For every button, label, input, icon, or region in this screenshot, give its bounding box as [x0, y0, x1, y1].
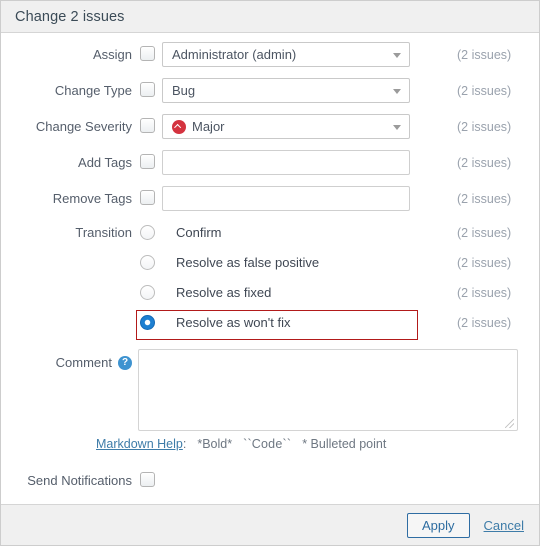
transition-label-fixed[interactable]: Resolve as fixed	[162, 282, 451, 300]
label-assign: Assign	[92, 47, 132, 62]
form-row-transition-confirm: Transition Confirm (2 issues)	[1, 222, 539, 252]
change-severity-select[interactable]: Major	[162, 114, 410, 139]
chevron-down-icon	[393, 124, 401, 130]
change-type-checkbox-cell	[132, 78, 162, 97]
add-tags-checkbox-cell	[132, 150, 162, 169]
transition-spacer-1	[1, 252, 132, 255]
comment-textarea[interactable]	[138, 349, 518, 431]
add-tags-issue-count: (2 issues)	[457, 156, 512, 170]
markdown-bold-hint: *Bold*	[197, 437, 233, 451]
transition-confirm-radio-cell	[132, 222, 162, 240]
assign-select-value: Administrator (admin)	[172, 47, 297, 62]
remove-tags-checkbox-cell	[132, 186, 162, 205]
send-notifications-checkbox-cell	[132, 468, 162, 487]
bulk-change-dialog: Change 2 issues Assign Administrator (ad…	[0, 0, 540, 546]
form-row-add-tags: Add Tags (2 issues)	[1, 150, 539, 186]
question-mark-icon[interactable]: ?	[118, 355, 132, 370]
cancel-button[interactable]: Cancel	[484, 518, 524, 533]
comment-label-cell: Comment ?	[1, 349, 132, 370]
label-transition: Transition	[75, 225, 132, 240]
severity-major-icon	[172, 119, 186, 134]
markdown-separator: :	[182, 437, 187, 451]
assign-issue-count: (2 issues)	[457, 48, 512, 62]
send-notifications-note	[451, 468, 539, 474]
transition-fixed-radio-cell	[132, 282, 162, 300]
label-change-severity: Change Severity	[35, 119, 132, 134]
change-severity-field: Major	[162, 114, 451, 139]
transition-radio-fixed[interactable]	[139, 285, 155, 300]
chevron-down-icon	[393, 52, 401, 58]
form-row-transition-false-positive: Resolve as false positive (2 issues)	[1, 252, 539, 282]
remove-tags-issue-count: (2 issues)	[457, 192, 512, 206]
add-tags-checkbox[interactable]	[139, 154, 155, 169]
form-row-transition-wont-fix: Resolve as won't fix (2 issues)	[1, 310, 539, 342]
label-change-type: Change Type	[54, 83, 132, 98]
form-row-transition-fixed: Resolve as fixed (2 issues)	[1, 282, 539, 312]
form-row-send-notifications: Send Notifications	[1, 468, 539, 488]
change-severity-checkbox[interactable]	[139, 118, 155, 133]
transition-confirm-issue-count: (2 issues)	[457, 226, 512, 240]
remove-tags-field	[162, 186, 451, 211]
assign-field: Administrator (admin)	[162, 42, 451, 67]
dialog-form-body: Assign Administrator (admin) (2 issues) …	[1, 33, 539, 505]
change-type-issue-count: (2 issues)	[457, 84, 512, 98]
transition-label-confirm[interactable]: Confirm	[162, 222, 451, 240]
change-type-field: Bug	[162, 78, 451, 103]
assign-select[interactable]: Administrator (admin)	[162, 42, 410, 67]
transition-spacer-3	[1, 312, 132, 315]
remove-tags-checkbox[interactable]	[139, 190, 155, 205]
label-comment: Comment	[55, 355, 112, 370]
assign-checkbox-cell	[132, 42, 162, 61]
form-row-change-severity: Change Severity Major (2 issues)	[1, 114, 539, 150]
change-severity-select-value: Major	[192, 119, 225, 134]
form-row-remove-tags: Remove Tags (2 issues)	[1, 186, 539, 222]
transition-wont-fix-issue-count: (2 issues)	[457, 316, 512, 330]
markdown-code-hint: ``Code``	[243, 437, 292, 451]
transition-wont-fix-radio-cell	[132, 312, 162, 330]
comment-field	[132, 349, 518, 431]
dialog-title: Change 2 issues	[15, 8, 125, 25]
form-row-change-type: Change Type Bug (2 issues)	[1, 78, 539, 114]
transition-spacer-2	[1, 282, 132, 285]
assign-checkbox[interactable]	[139, 46, 155, 61]
transition-radio-confirm[interactable]	[139, 225, 155, 240]
transition-label-false-positive[interactable]: Resolve as false positive	[162, 252, 451, 270]
form-row-comment: Comment ?	[1, 349, 539, 431]
transition-fixed-issue-count: (2 issues)	[457, 286, 512, 300]
change-type-checkbox[interactable]	[139, 82, 155, 97]
dialog-titlebar: Change 2 issues	[1, 1, 539, 33]
form-row-assign: Assign Administrator (admin) (2 issues)	[1, 42, 539, 78]
transition-radio-false-positive[interactable]	[139, 255, 155, 270]
add-tags-field	[162, 150, 451, 175]
send-notifications-checkbox[interactable]	[139, 472, 155, 487]
change-type-select-value: Bug	[172, 83, 196, 98]
remove-tags-input[interactable]	[162, 186, 410, 211]
change-severity-checkbox-cell	[132, 114, 162, 133]
markdown-bullet-hint: * Bulleted point	[302, 437, 387, 451]
change-type-select[interactable]: Bug	[162, 78, 410, 103]
dialog-footer: Apply Cancel	[1, 504, 539, 545]
transition-false-positive-radio-cell	[132, 252, 162, 270]
markdown-help-link[interactable]: Markdown Help	[96, 437, 183, 451]
transition-label-wont-fix[interactable]: Resolve as won't fix	[162, 312, 451, 330]
transition-false-positive-issue-count: (2 issues)	[457, 256, 512, 270]
label-add-tags: Add Tags	[78, 155, 132, 170]
label-remove-tags: Remove Tags	[52, 191, 132, 206]
transition-radio-wont-fix[interactable]	[139, 315, 155, 330]
markdown-help-line: Markdown Help: *Bold* ``Code`` * Bulleted p…	[1, 437, 539, 451]
chevron-down-icon	[393, 88, 401, 94]
label-send-notifications: Send Notifications	[27, 473, 132, 488]
apply-button[interactable]: Apply	[407, 512, 470, 538]
add-tags-input[interactable]	[162, 150, 410, 175]
change-severity-issue-count: (2 issues)	[457, 120, 512, 134]
